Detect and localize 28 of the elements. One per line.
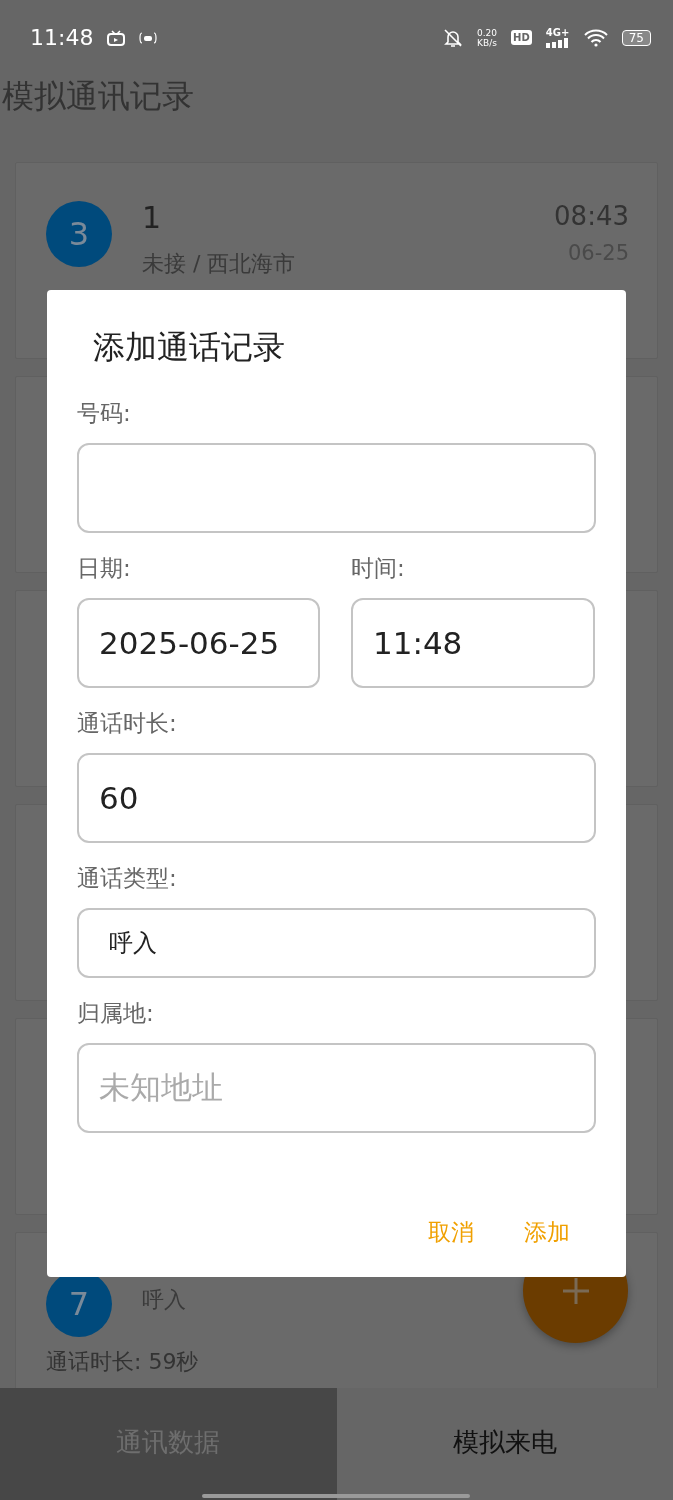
field-label: 时间: — [351, 554, 406, 583]
wifi-icon — [583, 28, 608, 47]
tv-icon — [107, 29, 126, 46]
field-label: 归属地: — [77, 999, 155, 1028]
call-type-select[interactable]: 呼入 — [77, 908, 596, 978]
network-type: 4G+ — [545, 27, 570, 38]
net-speed: 0.20 — [477, 27, 498, 38]
plus-icon — [560, 1275, 591, 1306]
field-label: 通话类型: — [77, 864, 178, 893]
field-label: 号码: — [77, 399, 132, 428]
record-index: 3 — [46, 201, 112, 267]
debug-icon — [139, 31, 158, 44]
status-time: 11:48 — [30, 25, 94, 50]
call-time: 08:43 — [554, 201, 629, 231]
signal-icon — [545, 37, 570, 48]
hd-badge: HD — [511, 30, 532, 45]
time-field[interactable]: 11:48 — [351, 598, 595, 688]
field-label: 日期: — [77, 554, 132, 583]
location-field[interactable]: 未知地址 — [77, 1043, 596, 1133]
phone-number: 1 — [142, 201, 162, 235]
number-field[interactable] — [77, 443, 596, 533]
duration-field[interactable]: 60 — [77, 753, 596, 843]
home-indicator[interactable] — [202, 1494, 470, 1498]
net-speed-unit: KB/s — [477, 37, 497, 48]
field-label: 通话时长: — [77, 709, 178, 738]
battery-level: 75 — [621, 29, 651, 46]
bell-off-icon — [443, 27, 463, 48]
date-field[interactable]: 2025-06-25 — [77, 598, 320, 688]
